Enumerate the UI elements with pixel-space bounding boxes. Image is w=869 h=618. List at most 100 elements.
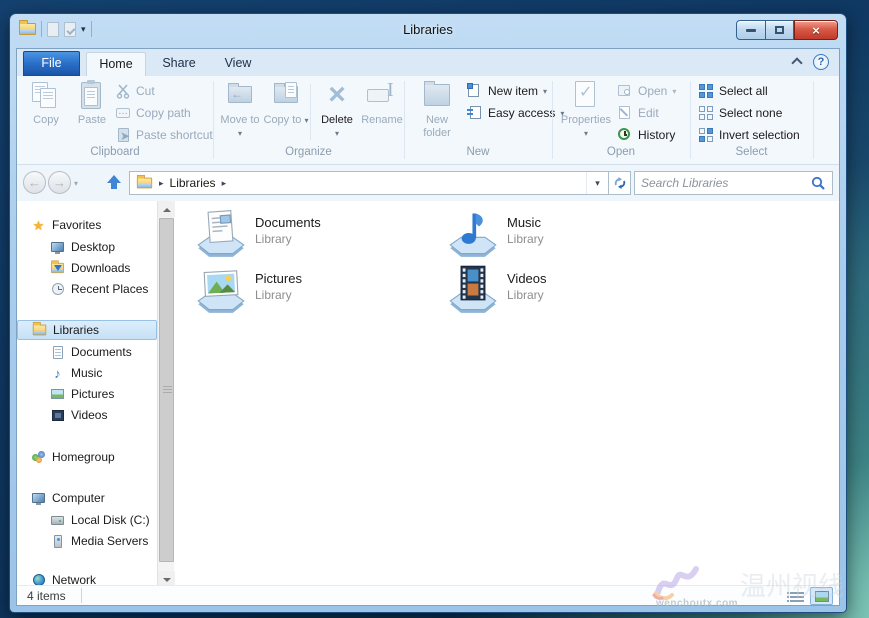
- minimize-ribbon-button[interactable]: [789, 56, 805, 70]
- library-tile-videos[interactable]: Videos Library: [447, 263, 692, 317]
- ribbon: Copy Paste Cut: [17, 76, 839, 165]
- paste-button[interactable]: Paste: [69, 79, 115, 145]
- documents-icon: [50, 345, 65, 359]
- tab-share[interactable]: Share: [150, 52, 208, 76]
- back-icon: ←: [28, 175, 41, 190]
- copy-path-button[interactable]: … Copy path: [115, 103, 191, 123]
- breadcrumb: ▸ Libraries ▸: [130, 176, 586, 190]
- refresh-button[interactable]: [608, 172, 630, 194]
- sidebar-item-recent-places[interactable]: Recent Places: [17, 279, 157, 299]
- copy-to-icon: [269, 80, 303, 112]
- sidebar-item-computer[interactable]: Computer: [17, 488, 157, 508]
- history-icon: [617, 127, 633, 143]
- search-icon[interactable]: [811, 176, 826, 191]
- new-item-icon: [467, 83, 483, 99]
- breadcrumb-arrow-icon[interactable]: ▸: [159, 178, 164, 189]
- help-button[interactable]: ?: [813, 54, 829, 70]
- forward-icon: →: [53, 175, 66, 190]
- move-to-icon: ←: [223, 80, 257, 112]
- inner-separator: [310, 84, 311, 140]
- search-input[interactable]: [641, 173, 801, 193]
- breadcrumb-arrow-icon[interactable]: ▸: [222, 178, 227, 189]
- properties-button[interactable]: ✓ Properties ▾: [560, 79, 612, 145]
- group-label-new: New: [404, 146, 552, 158]
- recent-places-icon: [50, 282, 65, 296]
- local-disk-icon: [50, 513, 65, 527]
- cut-icon: [115, 83, 131, 99]
- videos-library-icon: [447, 263, 499, 315]
- open-button[interactable]: Open ▾: [617, 81, 676, 101]
- edit-button[interactable]: Edit: [617, 103, 659, 123]
- sidebar-item-documents[interactable]: Documents: [17, 342, 157, 362]
- sidebar-item-music[interactable]: ♪ Music: [17, 363, 157, 383]
- sidebar-item-libraries[interactable]: Libraries: [17, 320, 157, 340]
- search-box: [634, 171, 833, 195]
- select-all-button[interactable]: Select all: [698, 81, 768, 101]
- minimize-icon: [746, 29, 756, 32]
- location-folder-icon: [137, 178, 152, 189]
- rename-button[interactable]: I Rename: [358, 79, 406, 145]
- dropdown-arrow-icon: ▾: [335, 129, 339, 138]
- new-item-button[interactable]: New item ▾: [467, 81, 547, 101]
- new-folder-button[interactable]: New folder: [412, 79, 462, 145]
- videos-icon: [50, 408, 65, 422]
- triangle-up-icon: [163, 208, 171, 212]
- close-button[interactable]: ×: [794, 20, 838, 40]
- copy-button[interactable]: Copy: [23, 79, 69, 145]
- documents-library-icon: [195, 207, 247, 259]
- dropdown-arrow-icon: ▾: [238, 129, 242, 138]
- easy-access-icon: [467, 105, 483, 121]
- sidebar-item-pictures[interactable]: Pictures: [17, 384, 157, 404]
- client-area: File Home Share View ? Copy: [16, 48, 840, 606]
- breadcrumb-location[interactable]: Libraries: [170, 176, 216, 190]
- downloads-icon: [50, 261, 65, 275]
- sidebar-item-downloads[interactable]: Downloads: [17, 258, 157, 278]
- properties-icon: ✓: [569, 80, 603, 112]
- sidebar-scrollbar[interactable]: [157, 201, 174, 587]
- invert-selection-button[interactable]: Invert selection: [698, 125, 800, 145]
- scrollbar-thumb[interactable]: [159, 218, 174, 562]
- forward-button[interactable]: →: [48, 171, 71, 194]
- desktop-background: ▾ Libraries × File Home Share View ?: [0, 0, 869, 618]
- paste-shortcut-button[interactable]: ➤ Paste shortcut: [115, 125, 213, 145]
- title-bar[interactable]: ▾ Libraries ×: [10, 14, 846, 48]
- library-tile-pictures[interactable]: Pictures Library: [195, 263, 440, 317]
- library-tile-documents[interactable]: Documents Library: [195, 207, 440, 261]
- sidebar-item-favorites[interactable]: ★ Favorites: [17, 215, 157, 235]
- window-controls: ×: [736, 20, 838, 40]
- main-area: ★ Favorites Desktop Downloads Recent Pla…: [17, 201, 839, 587]
- select-none-button[interactable]: Select none: [698, 103, 782, 123]
- details-view-button[interactable]: [785, 587, 808, 605]
- move-to-button[interactable]: ← Move to ▾: [217, 79, 263, 145]
- group-label-clipboard: Clipboard: [17, 146, 213, 158]
- back-button[interactable]: ←: [23, 171, 46, 194]
- sidebar-item-media-servers[interactable]: Media Servers: [17, 531, 157, 551]
- sidebar-item-homegroup[interactable]: Homegroup: [17, 447, 157, 467]
- recent-locations-dropdown[interactable]: ▾: [74, 179, 78, 188]
- easy-access-button[interactable]: Easy access ▾: [467, 103, 564, 123]
- group-label-organize: Organize: [213, 146, 404, 158]
- tab-file[interactable]: File: [23, 51, 80, 76]
- sidebar-item-videos[interactable]: Videos: [17, 405, 157, 425]
- pictures-library-icon: [195, 263, 247, 315]
- minimize-button[interactable]: [736, 20, 766, 40]
- copy-to-button[interactable]: Copy to ▾: [263, 79, 309, 145]
- tab-view[interactable]: View: [212, 52, 264, 76]
- tab-home[interactable]: Home: [86, 52, 146, 76]
- cut-button[interactable]: Cut: [115, 81, 155, 101]
- sidebar-item-desktop[interactable]: Desktop: [17, 237, 157, 257]
- breadcrumb-bar[interactable]: ▸ Libraries ▸ ▾: [129, 171, 631, 195]
- up-button[interactable]: [101, 172, 126, 194]
- delete-button[interactable]: × Delete ▾: [314, 79, 360, 145]
- maximize-button[interactable]: [766, 20, 794, 40]
- paste-icon: [75, 80, 109, 112]
- scroll-up-button[interactable]: [158, 201, 175, 217]
- library-tile-music[interactable]: Music Library: [447, 207, 692, 261]
- address-dropdown-button[interactable]: ▾: [586, 172, 608, 194]
- history-button[interactable]: History: [617, 125, 675, 145]
- sidebar-item-local-disk[interactable]: Local Disk (C:): [17, 510, 157, 530]
- music-icon: ♪: [50, 366, 65, 380]
- dropdown-arrow-icon: ▾: [672, 87, 676, 96]
- large-icons-view-button[interactable]: [810, 587, 833, 605]
- media-servers-icon: [50, 534, 65, 548]
